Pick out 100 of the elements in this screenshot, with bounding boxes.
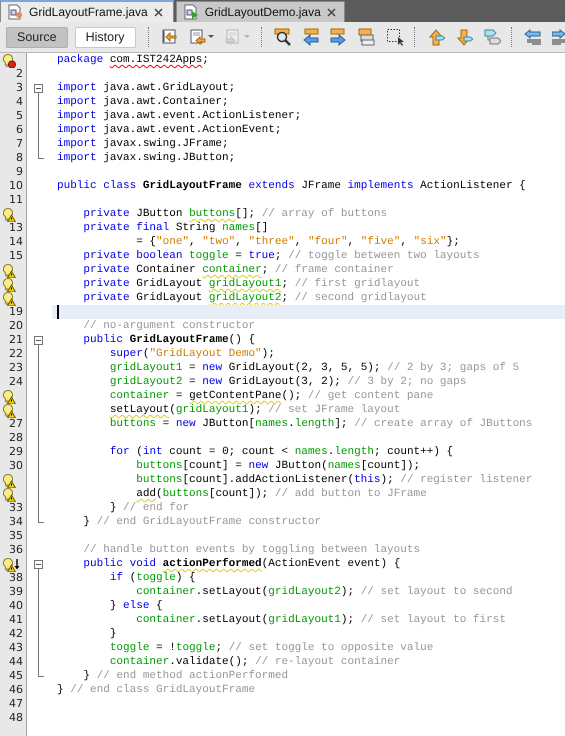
line-number: 41 [9,613,23,627]
line-number: 22 [9,347,23,361]
collapse-icon[interactable] [34,336,43,345]
java-file-icon [182,4,199,20]
indent-left-icon[interactable] [524,28,542,46]
close-icon[interactable] [326,8,336,16]
line-number: 45 [9,669,23,683]
line-number: 15 [9,249,23,263]
line-number: 6 [16,123,23,137]
line-number: 29 [9,445,23,459]
code-line: container.validate(); // re-layout container [108,656,400,668]
code-line: gridLayout1 = new GridLayout(2, 3, 5, 5); // 2 by 3; gaps of 5 [108,362,520,374]
line-number: 24 [9,375,23,389]
text-cursor [57,305,59,319]
collapse-icon[interactable] [34,84,43,93]
code-line: import java.awt.event.ActionEvent; [57,124,282,136]
line-number: 23 [9,361,23,375]
code-line: super("GridLayout Demo"); [108,348,275,360]
code-line: for (int count = 0; count < names.length; count++) { [108,446,454,458]
arrow-down-icon[interactable] [454,28,473,46]
collapse-icon[interactable] [34,560,43,569]
code-line: public void actionPerformed(ActionEvent event) { [82,558,400,570]
code-line: buttons[count].addActionListener(this); // register listener [135,474,532,486]
line-number: 47 [9,697,23,711]
document-arrow-icon[interactable] [160,28,179,46]
code-line: } // end GridLayoutFrame constructor [82,516,322,528]
code-line: setLayout(gridLayout1); // set JFrame layout [108,404,400,416]
code-line: buttons = new JButton[names.length]; // create array of JButtons [108,418,532,430]
dashed-selection-icon[interactable] [386,28,404,46]
code-line: public class GridLayoutFrame extends JFrame implements ActionListener { [57,180,526,192]
line-number: 20 [9,319,23,333]
code-line: // handle button events by toggling between layouts [82,544,420,556]
code-line: // no-argument constructor [82,320,256,332]
arrow-up-icon[interactable] [426,28,445,46]
line-number: 10 [9,179,23,193]
bulb-arrow-icon[interactable] [1,557,20,572]
code-line: import javax.swing.JFrame; [57,138,229,150]
code-line: import javax.swing.JButton; [57,152,236,164]
line-number: 35 [9,529,23,543]
code-line: import java.awt.Container; [57,96,229,108]
line-number: 33 [9,501,23,515]
document-arrow-icon[interactable] [188,28,215,46]
code-line: public GridLayoutFrame() { [82,334,256,346]
code-line: buttons[count] = new JButton(names[count]); [135,460,420,472]
code-line: private Container container; // frame container [82,264,394,276]
line-number: 3 [16,81,23,95]
code-line: toggle = !toggle; // set toggle to opposite value [108,642,434,654]
line-number: 14 [9,235,23,249]
code-line: container.setLayout(gridLayout2); // set layout to second [135,586,513,598]
line-number: 46 [9,683,23,697]
line-number: 43 [9,641,23,655]
code-line: private GridLayout gridLayout1; // first gridlayout [82,278,420,290]
line-number: 34 [9,515,23,529]
line-number: 30 [9,459,23,473]
code-line: add(buttons[count]); // add button to JFrame [135,488,427,500]
line-number: 28 [9,431,23,445]
line-number: 8 [16,151,23,165]
code-line: private final String names[] [82,222,268,234]
stacked-boxes-icon[interactable] [358,28,376,46]
line-number: 27 [9,417,23,431]
editor-tab[interactable]: GridLayoutFrame.java [0,0,174,22]
line-number: 48 [9,711,23,725]
line-number: 38 [9,571,23,585]
code-line: gridLayout2 = new GridLayout(3, 2); // 3 by 2; no gaps [108,376,466,388]
line-number: 11 [9,193,23,207]
line-number: 40 [9,599,23,613]
line-number: 4 [16,95,23,109]
code-line: } [108,628,116,640]
code-line: } else { [108,600,163,612]
code-line: import java.awt.event.ActionListener; [57,110,302,122]
view-button[interactable]: History [74,26,136,48]
line-number: 39 [9,585,23,599]
line-number: 42 [9,627,23,641]
view-button[interactable]: Source [6,26,68,48]
code-line: private boolean toggle = true; // toggle between two layouts [82,250,480,262]
arrow-right-icon[interactable] [330,28,348,46]
code-line: if (toggle) { [108,572,196,584]
line-number: 7 [16,137,23,151]
code-line: private GridLayout gridLayout2; // second gridlayout [82,292,427,304]
line-number: 9 [16,165,23,179]
arrow-left-icon[interactable] [302,28,320,46]
code-line: package com.IST242Apps; [57,54,209,66]
close-icon[interactable] [154,8,163,16]
line-number: 44 [9,655,23,669]
line-number: 19 [9,305,23,319]
editor-tab[interactable]: GridLayoutDemo.java [176,1,345,22]
search-icon[interactable] [274,28,292,46]
indent-right-icon[interactable] [552,28,565,46]
java-file-icon [7,4,23,20]
line-number: 13 [9,221,23,235]
code-line: import java.awt.GridLayout; [57,82,236,94]
code-line: private JButton buttons[]; // array of buttons [82,208,388,220]
line-number: 36 [9,543,23,557]
line-number: 21 [9,333,23,347]
code-line: container.setLayout(gridLayout1); // set layout to first [135,614,506,626]
line-number: 2 [16,67,23,81]
code-line: } // end for [108,502,190,514]
tags-icon[interactable] [482,28,501,46]
line-number: 5 [16,109,23,123]
code-line: container = getContentPane(); // get content pane [108,390,434,402]
